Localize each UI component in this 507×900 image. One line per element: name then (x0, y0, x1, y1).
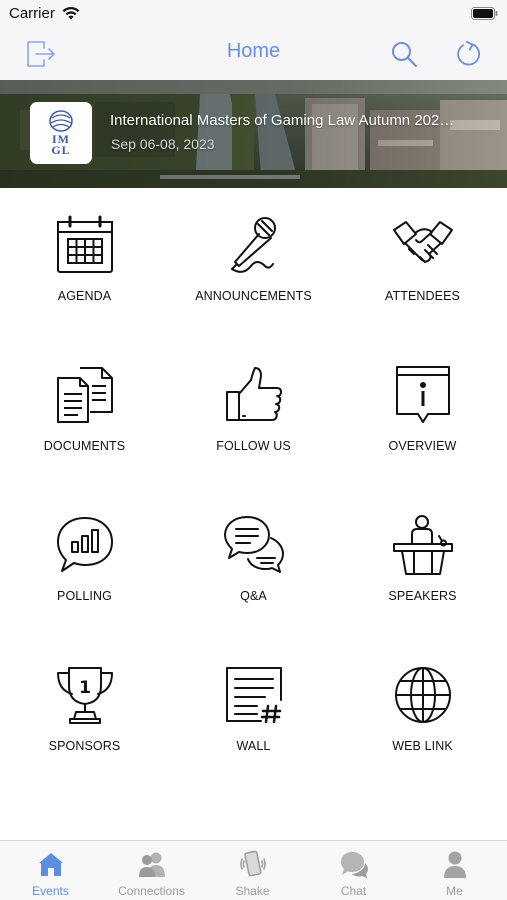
tab-label: Shake (235, 884, 270, 898)
tab-label: Events (32, 884, 69, 898)
event-title: International Masters of Gaming Law Autu… (110, 112, 460, 129)
menu-item-label: SPONSORS (48, 739, 121, 753)
refresh-button[interactable] (451, 36, 487, 72)
tab-label: Me (446, 884, 463, 898)
menu-item-label: DOCUMENTS (43, 439, 126, 453)
menu-item-label: WALL (236, 739, 271, 753)
tab-me[interactable]: Me (404, 841, 505, 900)
tab-bar: Events Connections Shake Chat Me (0, 840, 507, 900)
page-title: Home (226, 40, 281, 62)
menu-item-label: OVERVIEW (388, 439, 457, 453)
carrier-label: Carrier (9, 5, 55, 22)
podium-icon (393, 515, 453, 575)
calendar-icon (57, 215, 113, 273)
menu-item-attendees[interactable]: ATTENDEES (338, 188, 507, 338)
menu-item-polling[interactable]: POLLING (0, 488, 169, 638)
tab-shake[interactable]: Shake (202, 841, 303, 900)
search-icon (392, 42, 417, 67)
menu-grid: AGENDA ANNOUNCEMENTS ATTENDEES DOCUMENTS… (0, 188, 507, 840)
svg-text:1: 1 (79, 678, 91, 698)
search-button[interactable] (386, 36, 422, 72)
poll-chat-icon (57, 517, 113, 572)
menu-item-speakers[interactable]: SPEAKERS (338, 488, 507, 638)
menu-item-agenda[interactable]: AGENDA (0, 188, 169, 338)
tab-connections[interactable]: Connections (101, 841, 202, 900)
event-logo: IM GL (30, 102, 92, 164)
thumbs-up-icon (226, 367, 282, 421)
menu-item-overview[interactable]: OVERVIEW (338, 338, 507, 488)
person-icon (444, 851, 466, 878)
chat-bubbles-icon (224, 516, 284, 573)
menu-item-wall[interactable]: WALL (169, 638, 338, 788)
battery-icon (471, 7, 498, 20)
documents-icon (57, 367, 113, 423)
status-bar: Carrier (0, 0, 507, 28)
menu-item-follow-us[interactable]: FOLLOW US (169, 338, 338, 488)
menu-item-label: SPEAKERS (388, 589, 457, 603)
chat-icon (341, 852, 368, 878)
wifi-icon (62, 6, 80, 20)
home-icon (39, 853, 63, 876)
menu-item-label: AGENDA (57, 289, 112, 303)
menu-item-documents[interactable]: DOCUMENTS (0, 338, 169, 488)
shake-phone-icon (240, 850, 266, 877)
logo-text: IM GL (51, 132, 71, 157)
menu-item-label: ANNOUNCEMENTS (195, 289, 312, 303)
globe-logo-icon (49, 110, 73, 132)
menu-item-sponsors[interactable]: 1 SPONSORS (0, 638, 169, 788)
event-banner[interactable]: IM GL International Masters of Gaming La… (0, 80, 507, 188)
tab-label: Chat (340, 884, 367, 898)
menu-item-label: POLLING (57, 589, 112, 603)
microphone-icon (231, 217, 276, 273)
menu-item-announcements[interactable]: ANNOUNCEMENTS (169, 188, 338, 338)
menu-item-label: FOLLOW US (216, 439, 291, 453)
tab-label: Connections (118, 884, 185, 898)
globe-icon (395, 667, 451, 723)
menu-item-label: Q&A (240, 589, 267, 603)
menu-item-web-link[interactable]: WEB LINK (338, 638, 507, 788)
info-icon (396, 366, 450, 423)
navigation-bar: Home (0, 28, 507, 80)
menu-item-label: ATTENDEES (385, 289, 460, 303)
trophy-icon: 1 (57, 667, 113, 724)
tab-events[interactable]: Events (0, 841, 101, 900)
menu-item-label: WEB LINK (392, 739, 453, 753)
people-icon (139, 852, 165, 877)
refresh-icon (457, 41, 480, 66)
wall-icon (226, 667, 282, 724)
tab-chat[interactable]: Chat (303, 841, 404, 900)
handshake-icon (393, 221, 453, 263)
menu-item-qa[interactable]: Q&A (169, 488, 338, 638)
event-date: Sep 06-08, 2023 (111, 136, 215, 152)
